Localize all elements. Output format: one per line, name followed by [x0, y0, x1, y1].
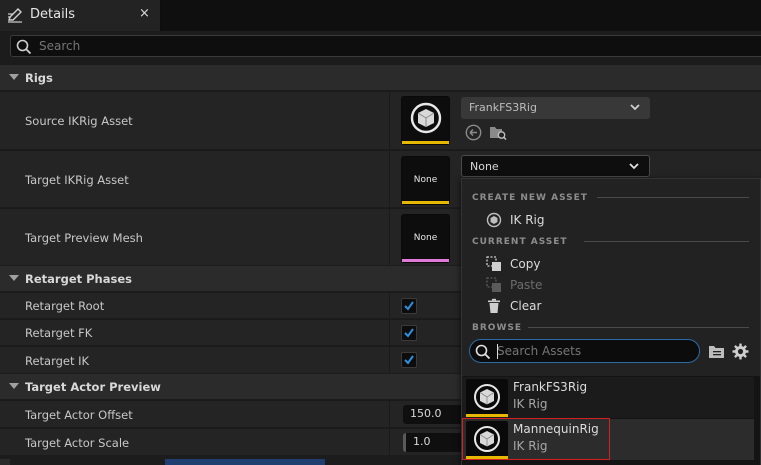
copy-icon: [486, 256, 501, 271]
row-label: Target Actor Offset: [25, 408, 133, 422]
thumbnail-none-label: None: [413, 233, 438, 243]
column-divider: [389, 401, 390, 427]
close-icon[interactable]: ×: [139, 6, 150, 21]
collapse-arrow-icon: [9, 275, 19, 281]
search-input[interactable]: [39, 38, 639, 54]
tab-details[interactable]: Details ×: [0, 0, 161, 31]
menu-item-paste[interactable]: Paste: [486, 275, 756, 295]
row-source-ikrig: Source IKRig Asset FrankFS3Rig: [0, 91, 761, 149]
row-label: Retarget Root: [25, 299, 105, 313]
tab-title: Details: [30, 7, 76, 22]
section-create-new-asset: CREATE NEW ASSET: [472, 193, 588, 203]
paste-icon: [486, 277, 501, 292]
tab-bar: Details ×: [0, 0, 761, 31]
checkmark-icon: [404, 328, 414, 338]
menu-item-clear[interactable]: Clear: [486, 296, 756, 316]
category-label: Rigs: [25, 71, 53, 85]
section-browse: BROWSE: [472, 323, 522, 333]
column-divider: [389, 429, 390, 455]
retarget-root-checkbox[interactable]: [401, 298, 417, 314]
menu-item-label: Clear: [510, 299, 542, 313]
category-rigs[interactable]: Rigs: [0, 65, 761, 90]
divider: [584, 241, 749, 242]
folder-view-icon[interactable]: [708, 345, 725, 359]
menu-item-label: Copy: [510, 257, 541, 271]
selection-highlight: [462, 418, 610, 460]
target-actor-offset-field[interactable]: 150.0: [403, 405, 463, 424]
search-icon: [475, 344, 491, 360]
asset-thumbnail[interactable]: [401, 96, 450, 145]
chevron-down-icon: [630, 104, 640, 111]
list-item-frankfs3rig[interactable]: FrankFS3Rig IK Rig: [462, 377, 754, 418]
divider: [528, 327, 749, 328]
asset-search-input[interactable]: [497, 343, 687, 359]
category-label: Retarget Phases: [25, 272, 132, 286]
asset-name: FrankFS3Rig: [513, 380, 588, 394]
asset-list: FrankFS3Rig IK Rig MannequinRig IK Rig: [462, 376, 760, 465]
checkmark-icon: [404, 355, 414, 365]
menu-item-label: Paste: [510, 278, 543, 292]
use-selected-arrow-icon[interactable]: [465, 124, 482, 141]
checkmark-icon: [404, 301, 414, 311]
asset-type-bar: [402, 201, 449, 204]
retarget-fk-checkbox[interactable]: [401, 325, 417, 341]
column-divider: [389, 209, 390, 265]
asset-type-bar: [402, 141, 449, 144]
row-label: Target IKRig Asset: [25, 173, 129, 187]
scroll-thumb[interactable]: [165, 459, 325, 465]
row-label: Retarget FK: [25, 326, 93, 340]
column-divider: [389, 347, 390, 373]
asset-thumbnail[interactable]: None: [401, 214, 450, 263]
retarget-ik-checkbox[interactable]: [401, 352, 417, 368]
target-actor-scale-field[interactable]: 1.0: [403, 433, 463, 452]
text-cursor: [497, 344, 498, 359]
section-current-asset: CURRENT ASSET: [472, 237, 568, 247]
menu-item-copy[interactable]: Copy: [486, 254, 756, 274]
source-ikrig-combo[interactable]: FrankFS3Rig: [461, 97, 650, 119]
asset-type-bar: [466, 414, 508, 417]
trash-icon: [488, 298, 500, 313]
target-ikrig-combo[interactable]: None: [461, 155, 650, 177]
category-label: Target Actor Preview: [25, 380, 161, 394]
gear-icon[interactable]: [732, 343, 749, 360]
ik-rig-asset-icon: [474, 384, 500, 410]
asset-picker-popup: CREATE NEW ASSET IK Rig CURRENT ASSET Co…: [461, 178, 761, 465]
asset-type: IK Rig: [513, 397, 548, 411]
asset-type-bar: [402, 259, 449, 262]
thumbnail-none-label: None: [413, 175, 438, 185]
search-box[interactable]: [10, 35, 761, 57]
scroll-track: [0, 459, 10, 465]
collapse-arrow-icon: [9, 74, 19, 80]
column-divider: [389, 320, 390, 345]
combo-value: None: [470, 160, 499, 173]
menu-item-label: IK Rig: [510, 213, 545, 227]
divider: [597, 197, 749, 198]
search-icon: [16, 39, 32, 55]
ik-rig-icon: [486, 212, 502, 228]
menu-item-ik-rig[interactable]: IK Rig: [486, 210, 756, 230]
row-label: Retarget IK: [25, 354, 90, 368]
column-divider: [389, 151, 390, 207]
asset-thumbnail: [466, 379, 508, 417]
collapse-arrow-icon: [9, 383, 19, 389]
row-label: Target Preview Mesh: [25, 231, 143, 245]
chevron-down-icon: [629, 163, 639, 170]
combo-value: FrankFS3Rig: [469, 101, 537, 114]
pencil-icon: [8, 8, 22, 23]
row-label: Target Actor Scale: [25, 436, 130, 450]
row-label: Source IKRig Asset: [25, 114, 133, 128]
asset-thumbnail[interactable]: None: [401, 156, 450, 205]
column-divider: [389, 92, 390, 149]
ik-rig-asset-icon: [410, 102, 442, 134]
asset-search-box[interactable]: [469, 339, 700, 363]
browse-folder-icon[interactable]: [489, 124, 507, 141]
column-divider: [389, 293, 390, 318]
